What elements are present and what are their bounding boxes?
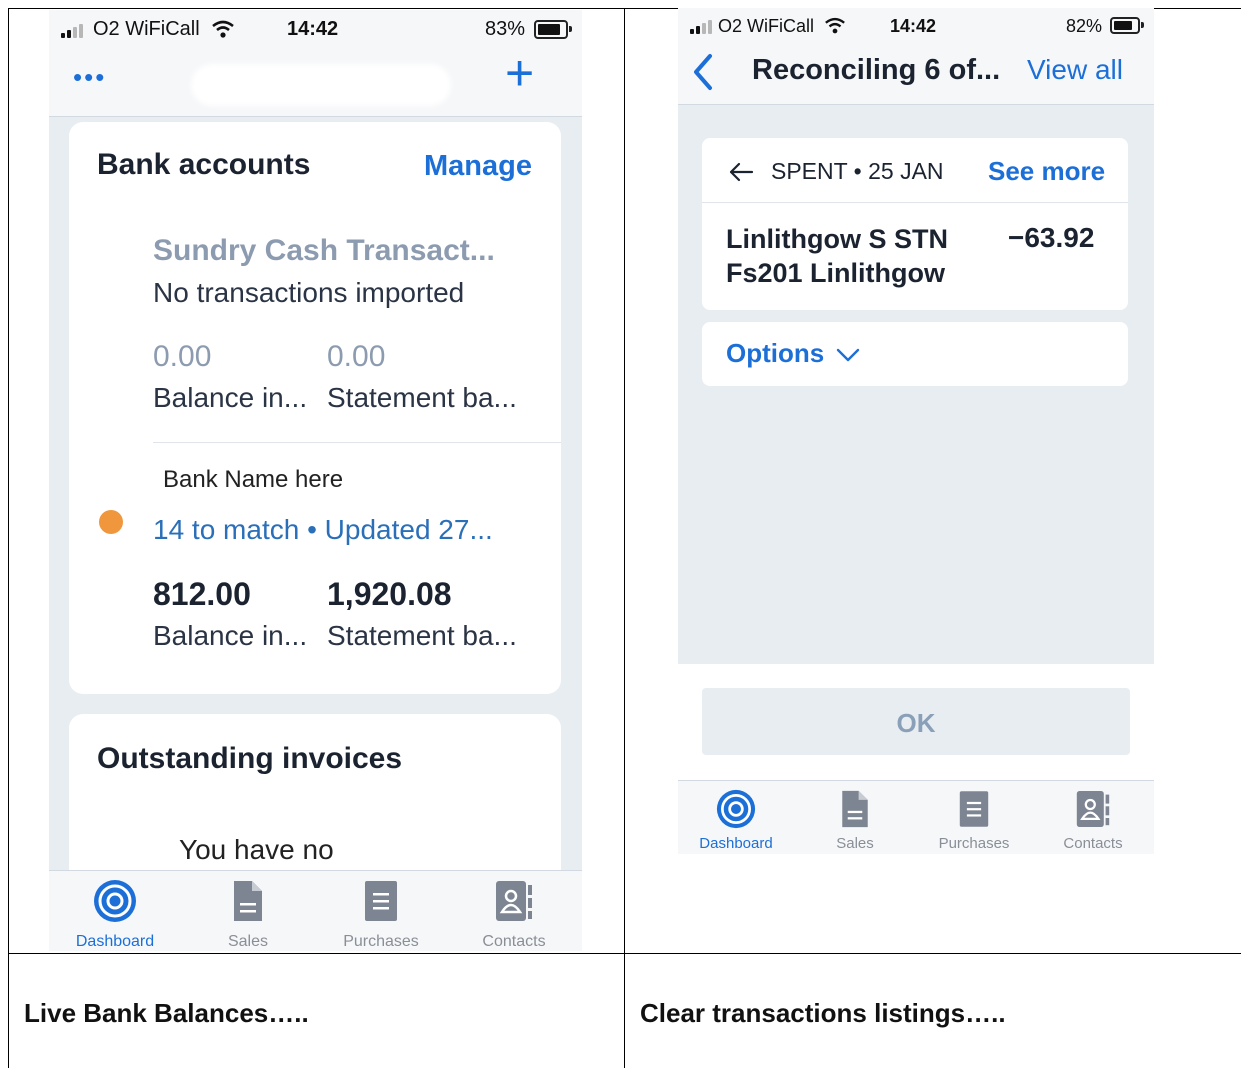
ok-label: OK [896,708,936,738]
dashboard-icon [716,789,756,829]
battery-percent: 83% [485,18,526,40]
account-name: Bank Name here [163,466,344,493]
battery-fill [538,24,560,35]
carrier-label: O2 WiFiCall [718,16,815,36]
carrier-label: O2 WiFiCall [93,18,200,40]
add-icon[interactable]: + [505,44,534,102]
account-status: 14 to match • Updated 27... [153,514,493,545]
options-toggle[interactable]: Options [702,322,1128,386]
payee-line-2: Fs201 Linlithgow [726,258,946,288]
statement-value: 1,920.08 [327,576,452,612]
purchases-icon [959,791,989,827]
action-area: OK [678,664,1154,782]
transaction-card: SPENT • 25 JAN See more Linlithgow S STN… [702,138,1128,310]
bank-account-row[interactable]: Bank Name here 14 to match • Updated 27.… [69,462,561,672]
tab-label: Purchases [938,835,1010,852]
nav-title: Reconciling 6 of... [752,54,1001,86]
tab-purchases[interactable]: Purchases [321,879,441,951]
battery-percent: 82% [1066,16,1103,36]
wifi-icon [825,17,845,34]
account-name: Sundry Cash Transact... [153,234,495,267]
transaction-amount: −63.92 [1008,222,1095,253]
payee-line-1: Linlithgow S STN [726,224,948,254]
tab-sales[interactable]: Sales [801,789,909,852]
statement-label: Statement ba... [327,620,517,651]
status-dot [99,510,123,534]
bank-account-row[interactable]: Sundry Cash Transact... No transactions … [69,222,561,442]
signal-icon [61,24,91,38]
tab-label: Sales [836,835,874,852]
view-all-link[interactable]: View all [1027,54,1123,86]
tab-bar: Dashboard Sales Purchases Contacts [678,780,1154,854]
tab-contacts[interactable]: Contacts [454,879,574,951]
sales-icon [842,790,868,828]
chevron-down-icon [836,348,860,362]
transaction-direction: SPENT • 25 JAN [771,158,944,184]
dashboard-icon [94,880,136,922]
right-phone-screen: O2 WiFiCall 14:42 82% Reconciling 6 of..… [678,8,1154,854]
status-bar: O2 WiFiCall 14:42 83% [49,10,582,50]
organisation-name-redacted [191,64,451,106]
divider [153,442,561,443]
bank-accounts-title: Bank accounts [97,148,311,181]
tab-sales[interactable]: Sales [188,879,308,951]
battery-fill [1114,21,1132,30]
outstanding-invoices-title: Outstanding invoices [97,742,403,775]
sales-icon [234,881,262,921]
tab-dashboard[interactable]: Dashboard [55,879,175,951]
battery-icon [534,20,572,39]
tab-label: Contacts [1063,835,1123,852]
balance-value: 0.00 [153,340,212,373]
table-border-middle [624,8,625,1068]
account-status: No transactions imported [153,277,465,308]
tab-label: Contacts [482,933,546,950]
empty-message: You have no [179,834,334,865]
statement-value: 0.00 [327,340,386,373]
ok-button[interactable]: OK [702,688,1130,755]
tab-purchases[interactable]: Purchases [920,789,1028,852]
clock-label: 14:42 [890,16,937,36]
table-border-row [8,953,1241,954]
see-more-link[interactable]: See more [988,156,1105,187]
tab-bar: Dashboard Sales Purchases Contacts [49,870,582,951]
tab-label: Purchases [343,933,419,950]
tab-label: Dashboard [699,835,773,852]
balance-label: Balance in... [153,620,308,651]
back-icon[interactable] [690,52,716,92]
status-bar: O2 WiFiCall 14:42 82% [678,8,1154,44]
manage-link[interactable]: Manage [424,150,532,183]
tab-label: Dashboard [75,933,155,950]
arrow-left-icon [729,162,754,182]
tab-label: Sales [227,933,269,950]
contacts-icon [496,881,532,921]
bank-accounts-card: Bank accounts Manage Sundry Cash Transac… [69,122,561,694]
balance-value: 812.00 [153,576,251,612]
signal-icon [690,20,720,34]
wifi-icon [212,20,234,38]
clock-label: 14:42 [287,18,339,40]
tab-contacts[interactable]: Contacts [1039,789,1147,852]
options-label: Options [726,338,825,368]
divider [702,202,1128,203]
battery-icon [1110,17,1144,34]
tab-dashboard[interactable]: Dashboard [682,789,790,852]
left-caption: Live Bank Balances….. [24,998,309,1028]
right-caption: Clear transactions listings….. [640,998,1006,1028]
app-header: ••• + [49,45,582,117]
purchases-icon [365,881,397,921]
nav-bar: Reconciling 6 of... View all [678,44,1154,105]
left-phone-screen: O2 WiFiCall 14:42 83% ••• + Bank account… [49,10,582,951]
contacts-icon [1076,791,1110,827]
balance-label: Balance in... [153,382,308,413]
table-border-left [8,8,9,1068]
statement-label: Statement ba... [327,382,517,413]
more-menu-icon[interactable]: ••• [73,62,106,93]
